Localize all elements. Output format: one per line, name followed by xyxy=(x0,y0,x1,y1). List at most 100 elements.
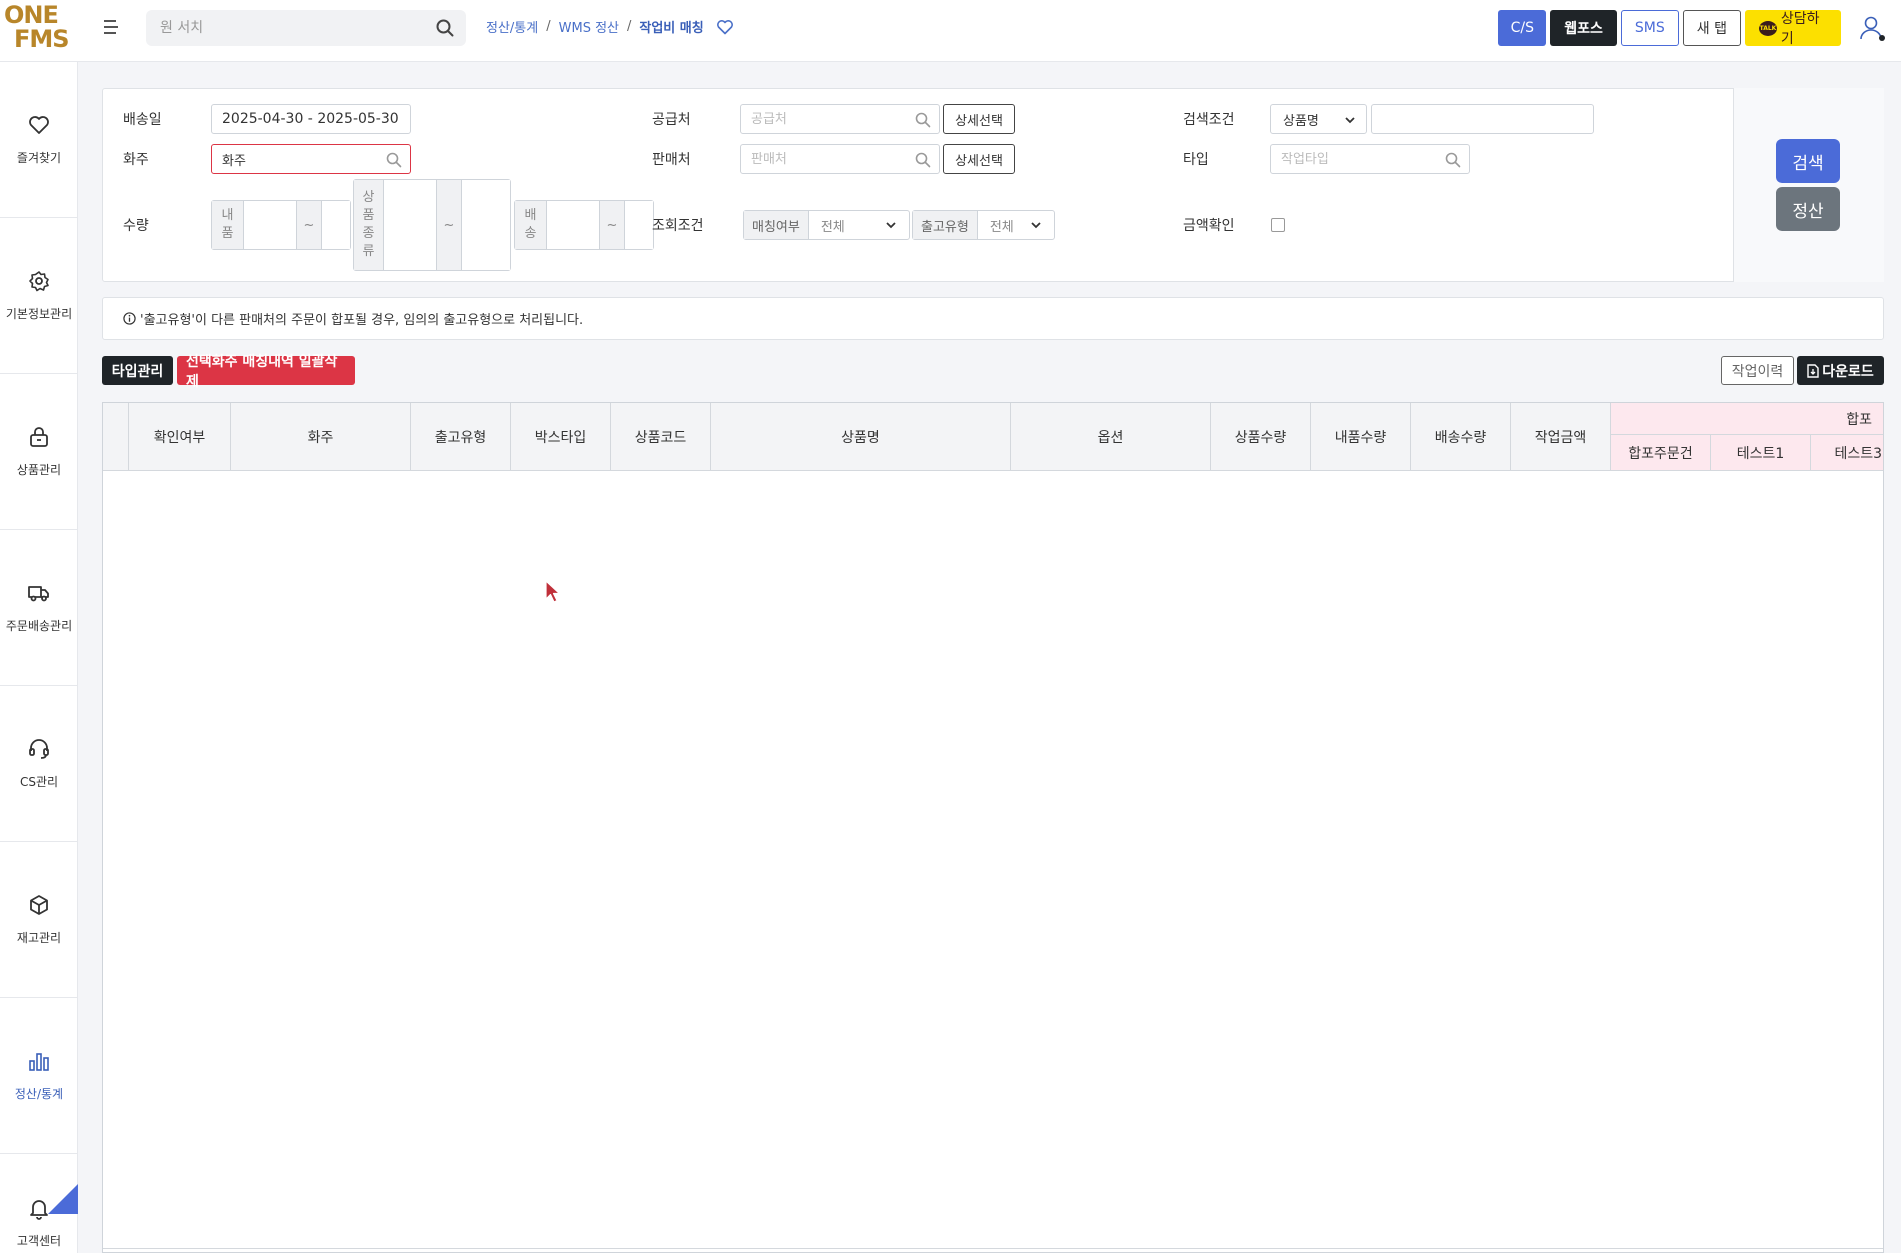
kakao-chat-button[interactable]: TALK 상담하기 xyxy=(1745,10,1841,47)
column-header[interactable]: 옵션 xyxy=(1011,403,1211,471)
sidebar-item-label: 즐겨찾기 xyxy=(16,151,62,165)
column-header[interactable]: 상품수량 xyxy=(1211,403,1311,471)
chevron-down-icon xyxy=(1345,117,1355,124)
sms-button[interactable]: SMS xyxy=(1620,10,1679,46)
product-kind-addon: 상품종류 xyxy=(354,180,384,270)
chevron-down-icon xyxy=(886,222,896,229)
hamburger-menu-icon[interactable] xyxy=(104,20,120,36)
grid-bottom-border xyxy=(103,1248,1883,1249)
quantity-label: 수량 xyxy=(123,218,149,234)
product-kind-min[interactable] xyxy=(384,180,436,270)
filter-action-column xyxy=(1733,88,1884,282)
return-qty-range: 내품 ~ xyxy=(211,200,351,250)
seller-field[interactable] xyxy=(740,144,940,174)
work-type-field[interactable] xyxy=(1270,144,1470,174)
return-qty-max[interactable] xyxy=(322,201,350,249)
ship-qty-max[interactable] xyxy=(625,201,653,249)
onefms-logo[interactable]: ONE FMS xyxy=(4,3,70,55)
amount-check-checkbox[interactable] xyxy=(1271,218,1285,232)
search-icon[interactable] xyxy=(915,112,931,128)
work-type-input[interactable] xyxy=(1281,151,1469,167)
global-search xyxy=(146,10,466,46)
column-header[interactable]: 박스타입 xyxy=(511,403,611,471)
sidebar-item-inventory[interactable]: 재고관리 xyxy=(0,842,78,998)
sidebar-item-settlement[interactable]: 정산/통계 xyxy=(0,998,78,1154)
column-header[interactable]: 화주 xyxy=(231,403,411,471)
column-header[interactable]: 확인여부 xyxy=(129,403,231,471)
return-qty-min[interactable] xyxy=(244,201,296,249)
ship-qty-min[interactable] xyxy=(547,201,599,249)
work-history-button[interactable]: 작업이력 xyxy=(1721,356,1794,385)
query-condition-label: 조회조건 xyxy=(652,218,704,234)
file-download-icon xyxy=(1807,363,1819,378)
matching-select[interactable]: 매칭여부 전체 xyxy=(743,210,910,240)
column-header[interactable]: 상품코드 xyxy=(611,403,711,471)
product-kind-max[interactable] xyxy=(462,180,510,270)
download-button[interactable]: 다운로드 xyxy=(1797,356,1884,385)
supplier-detail-button[interactable]: 상세선택 xyxy=(943,104,1015,134)
search-icon[interactable] xyxy=(436,19,454,37)
sidebar-item-products[interactable]: 상품관리 xyxy=(0,374,78,530)
breadcrumb: 정산/통계 / WMS 정산 / 작업비 매칭 xyxy=(486,17,734,36)
breadcrumb-separator: / xyxy=(546,19,551,34)
breadcrumb-current: 작업비 매칭 xyxy=(639,21,704,36)
column-header[interactable]: 상품명 xyxy=(711,403,1011,471)
search-icon[interactable] xyxy=(915,152,931,168)
sidebar-item-label: 기본정보관리 xyxy=(5,307,73,321)
cs-button[interactable]: C/S xyxy=(1498,10,1547,46)
type-management-button[interactable]: 타입관리 xyxy=(102,356,173,385)
owner-field[interactable]: 화주 xyxy=(211,144,411,174)
sidebar-item-basic-info[interactable]: 기본정보관리 xyxy=(0,218,78,374)
search-icon[interactable] xyxy=(1445,152,1461,168)
out-type-addon: 출고유형 xyxy=(913,211,978,239)
owner-value: 화주 xyxy=(222,153,246,169)
matching-value[interactable]: 전체 xyxy=(809,211,905,239)
seller-detail-button[interactable]: 상세선택 xyxy=(943,144,1015,174)
select-all-header[interactable] xyxy=(103,403,129,471)
search-button[interactable]: 검색 xyxy=(1776,139,1840,183)
sub-column-header[interactable]: 테스트3 xyxy=(1811,435,1883,471)
headset-icon xyxy=(29,739,49,759)
chevron-down-icon xyxy=(1031,222,1041,229)
sub-column-header[interactable]: 합포주문건 xyxy=(1611,435,1711,471)
column-header[interactable]: 출고유형 xyxy=(411,403,511,471)
sidebar-item-support[interactable]: 고객센터 xyxy=(0,1154,78,1253)
global-search-input[interactable] xyxy=(146,10,416,46)
bulk-delete-button[interactable]: 선택화주 매칭내역 일괄삭제 xyxy=(177,354,355,390)
settle-button[interactable]: 정산 xyxy=(1776,187,1840,231)
column-header[interactable]: 작업금액 xyxy=(1511,403,1611,471)
new-tab-button[interactable]: 새 탭 xyxy=(1682,10,1741,46)
seller-input[interactable] xyxy=(751,151,939,167)
group-header-hapo: 합포 xyxy=(1611,403,1883,435)
supplier-input[interactable] xyxy=(751,111,939,127)
sidebar-item-favorites[interactable]: 즐겨찾기 xyxy=(0,62,78,218)
out-type-select[interactable]: 출고유형 전체 xyxy=(912,210,1055,240)
breadcrumb-separator: / xyxy=(627,19,632,34)
heart-icon xyxy=(29,116,49,134)
kakao-talk-icon: TALK xyxy=(1759,20,1777,36)
owner-label: 화주 xyxy=(123,152,149,168)
webpos-button[interactable]: 웹포스 xyxy=(1550,10,1617,46)
column-header[interactable]: 내품수량 xyxy=(1311,403,1411,471)
breadcrumb-level1[interactable]: 정산/통계 xyxy=(486,17,538,36)
user-profile-icon[interactable] xyxy=(1858,14,1886,42)
breadcrumb-level2[interactable]: WMS 정산 xyxy=(559,17,619,36)
ship-date-field[interactable]: 2025-04-30 - 2025-05-30 xyxy=(211,104,411,134)
ship-date-label: 배송일 xyxy=(123,112,162,128)
range-tilde: ~ xyxy=(296,201,322,249)
out-type-value[interactable]: 전체 xyxy=(978,211,1050,239)
sidebar-item-cs[interactable]: CS관리 xyxy=(0,686,78,842)
download-label: 다운로드 xyxy=(1822,363,1874,380)
top-header: ONE FMS 정산/통계 / WMS 정산 / 작업비 매칭 C/S 웹포스 … xyxy=(0,0,1901,62)
search-condition-input[interactable] xyxy=(1371,104,1594,134)
favorite-heart-icon[interactable] xyxy=(716,19,734,35)
matching-addon: 매칭여부 xyxy=(744,211,809,239)
notice-banner: '출고유형'이 다른 판매처의 주문이 합포될 경우, 임의의 출고유형으로 처… xyxy=(102,297,1884,340)
column-header[interactable]: 배송수량 xyxy=(1411,403,1511,471)
supplier-field[interactable] xyxy=(740,104,940,134)
sub-column-header[interactable]: 테스트1 xyxy=(1711,435,1811,471)
search-condition-select[interactable]: 상품명 xyxy=(1270,104,1367,134)
sidebar: 즐겨찾기 기본정보관리 상품관리 주문배송관리 CS관리 재고관리 정산/통계 … xyxy=(0,62,78,1253)
search-icon[interactable] xyxy=(386,152,402,168)
sidebar-item-orders[interactable]: 주문배송관리 xyxy=(0,530,78,686)
